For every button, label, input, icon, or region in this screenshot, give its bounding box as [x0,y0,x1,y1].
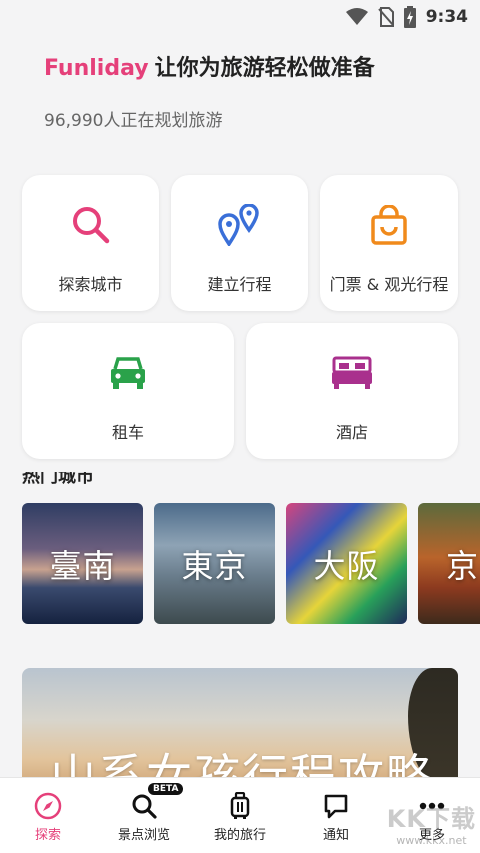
nav-label: 通知 [322,828,349,843]
hotel-card[interactable]: 酒店 [246,323,458,459]
nav-label: 探索 [34,828,61,843]
watermark: KK下载 www.kkx.net [387,799,476,847]
beta-badge: BETA [148,783,184,795]
status-bar: 9:34 [0,0,480,34]
card-label: 酒店 [335,423,368,442]
brand-name: Funliday [44,56,149,81]
suitcase-icon [229,792,251,820]
city-card-tainan[interactable]: 臺南 [22,503,143,624]
hero-title: Funliday 让你为旅游轻松做准备 [44,50,460,82]
city-name: 東京 [181,546,248,585]
clock: 9:34 [425,7,468,27]
wifi-icon [345,8,368,25]
city-name: 京 [446,546,480,585]
car-icon [109,351,147,395]
hero-section: Funliday 让你为旅游轻松做准备 96,990人正在规划旅游 [44,50,460,131]
nav-label: 景点浏览 [117,828,170,843]
bottom-navigation: 探索 BETA 景点浏览 我的旅行 通知 更多 KK下载 www.kkx.net [0,777,480,853]
shopping-bag-icon [370,203,408,247]
watermark-logo: KK下载 [386,805,476,833]
car-rental-card[interactable]: 租车 [22,323,234,459]
nav-attractions[interactable]: BETA 景点浏览 [96,778,192,843]
city-card-kyoto[interactable]: 京 [418,503,480,624]
card-label: 租车 [111,423,144,442]
planning-count: 96,990人正在规划旅游 [44,111,223,131]
create-itinerary-card[interactable]: 建立行程 [171,175,308,311]
search-icon [71,203,111,247]
city-card-osaka[interactable]: 大阪 [286,503,407,624]
explore-city-card[interactable]: 探索城市 [22,175,159,311]
card-label: 门票 & 观光行程 [329,275,449,294]
nav-label: 我的旅行 [213,828,266,843]
nav-notifications[interactable]: 通知 [288,778,384,843]
popular-cities-title: 热门城市 [22,472,94,486]
search-icon [131,792,157,820]
nav-explore[interactable]: 探索 [0,778,96,843]
tickets-tours-card[interactable]: 门票 & 观光行程 [320,175,458,311]
map-pins-icon [217,203,263,247]
nav-my-trips[interactable]: 我的旅行 [192,778,288,843]
city-card-tokyo[interactable]: 東京 [154,503,275,624]
hero-tagline: 让你为旅游轻松做准备 [154,56,375,81]
bed-icon [331,351,373,395]
city-name: 大阪 [313,546,380,585]
card-label: 探索城市 [58,275,123,294]
city-name: 臺南 [49,546,116,585]
battery-icon [403,6,416,28]
watermark-url: www.kkx.net [396,834,467,847]
compass-icon [34,792,62,820]
chat-bubble-icon [323,792,349,820]
card-label: 建立行程 [207,275,272,294]
no-sim-icon [377,7,394,27]
